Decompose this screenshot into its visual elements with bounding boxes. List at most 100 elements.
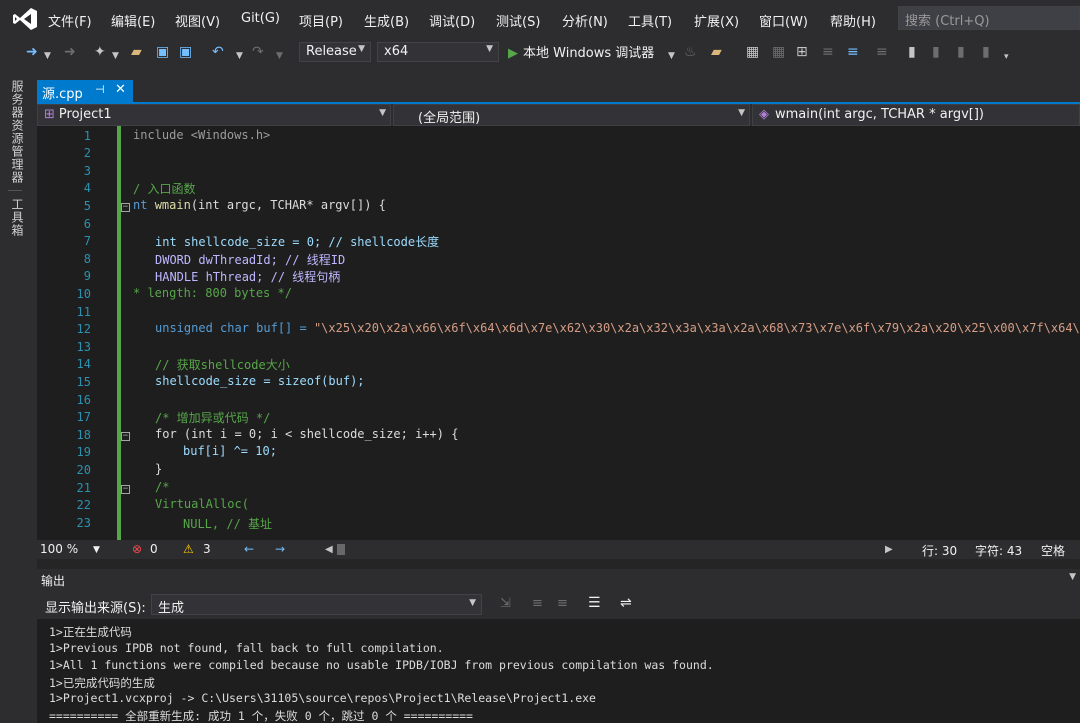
new-project-dropdown-icon[interactable]: ▼: [112, 47, 119, 65]
menu-git[interactable]: Git(G): [241, 11, 280, 26]
search-input[interactable]: 搜索 (Ctrl+Q): [898, 6, 1080, 30]
code-line-7: int shellcode_size = 0; // shellcode长度: [155, 235, 440, 249]
undo-icon[interactable]: ↶: [212, 43, 224, 61]
line-number: 20: [76, 463, 91, 477]
new-project-icon[interactable]: ✦: [94, 43, 106, 61]
find-message-icon[interactable]: ⇲: [500, 596, 511, 611]
outdent-icon[interactable]: ≡: [822, 43, 834, 61]
word-wrap-icon[interactable]: ⇌: [620, 595, 632, 611]
code-editor[interactable]: 1 2 3 4 5 6 7 8 9 10 11 12 13 14 15 16 1…: [37, 126, 1080, 540]
platform-value: x64: [384, 44, 409, 59]
clear-bookmarks-icon[interactable]: ▮: [982, 43, 990, 61]
warning-count[interactable]: 3: [203, 542, 211, 556]
save-all-icon[interactable]: ▣: [179, 43, 192, 61]
char-indicator: 字符: 43: [975, 544, 1023, 558]
menu-project[interactable]: 项目(P): [299, 11, 343, 30]
configuration-dropdown[interactable]: Release ▼: [299, 42, 371, 62]
visual-studio-logo-icon: [13, 8, 37, 30]
solution-explorer-icon[interactable]: ▰: [711, 43, 722, 61]
panel-menu-icon[interactable]: ▼: [1069, 572, 1076, 582]
forward-icon[interactable]: ➜: [64, 43, 76, 61]
collapse-icon[interactable]: −: [121, 432, 130, 441]
horizontal-scrollbar-thumb[interactable]: [337, 544, 345, 555]
line-number: 22: [76, 498, 91, 512]
output-text-area[interactable]: 1>正在生成代码 1>Previous IPDB not found, fall…: [37, 619, 1080, 723]
back-icon[interactable]: ➜: [26, 43, 38, 61]
toolbox-tab[interactable]: 工具箱: [9, 198, 26, 237]
previous-message-icon[interactable]: ≡: [532, 596, 543, 611]
previous-issue-icon[interactable]: ←: [244, 542, 254, 556]
menu-file[interactable]: 文件(F): [48, 11, 92, 30]
hot-reload-icon[interactable]: ♨: [684, 43, 697, 61]
server-explorer-tab[interactable]: 服务器资源管理器: [9, 80, 26, 184]
zoom-dropdown-icon[interactable]: ▼: [93, 545, 100, 555]
code-line-17: /* 增加异或代码 */: [155, 411, 271, 425]
code-line-14: // 获取shellcode大小: [155, 358, 290, 372]
warning-icon: ⚠: [183, 542, 194, 556]
next-bookmark-icon[interactable]: ▮: [957, 43, 965, 61]
next-issue-icon[interactable]: →: [275, 542, 285, 556]
output-source-dropdown[interactable]: 生成 ▼: [151, 594, 482, 616]
pin-icon[interactable]: ⊣: [95, 83, 105, 96]
project-icon: ⊞: [44, 107, 55, 122]
toolbar-icon[interactable]: ▦: [772, 43, 785, 61]
menu-bar: 文件(F) 编辑(E) 视图(V) Git(G) 项目(P) 生成(B) 调试(…: [0, 0, 1080, 38]
collapse-icon[interactable]: −: [121, 485, 130, 494]
menu-tools[interactable]: 工具(T): [628, 11, 672, 30]
clear-all-icon[interactable]: ☰: [588, 595, 601, 611]
open-file-icon[interactable]: ▰: [131, 43, 142, 61]
document-tab-label: 源.cpp: [42, 87, 83, 102]
browse-icon[interactable]: ▦: [746, 43, 759, 61]
function-icon: ◈: [759, 107, 769, 122]
scope-dropdown[interactable]: (全局范围) ▼: [393, 104, 750, 126]
panel-splitter[interactable]: [37, 559, 1080, 569]
line-number: 11: [76, 305, 91, 319]
comment-icon[interactable]: ≡: [847, 43, 859, 61]
menu-edit[interactable]: 编辑(E): [111, 11, 155, 30]
menu-extensions[interactable]: 扩展(X): [694, 11, 739, 30]
scroll-left-icon[interactable]: ◀: [325, 544, 333, 555]
redo-dropdown-icon[interactable]: ▼: [276, 47, 283, 65]
editor-status-bar: 100 % ▼ ⊗ 0 ⚠ 3 ← → ◀ ▶ 行: 30 字符: 43 空格: [37, 540, 1080, 559]
scope-value: (全局范围): [418, 111, 481, 126]
function-dropdown[interactable]: ◈ wmain(int argc, TCHAR * argv[]): [752, 104, 1080, 126]
bookmark-icon[interactable]: ▮: [908, 43, 916, 61]
left-sidebar: 服务器资源管理器 工具箱: [0, 66, 30, 723]
zoom-level[interactable]: 100 %: [40, 542, 78, 556]
run-debugger-label: 本地 Windows 调试器: [523, 46, 655, 61]
menu-analyze[interactable]: 分析(N): [562, 11, 608, 30]
code-line-12: unsigned char buf[] = "\x25\x20\x2a\x66\…: [155, 321, 1080, 335]
chevron-down-icon: ▼: [358, 44, 365, 54]
error-count[interactable]: 0: [150, 542, 158, 556]
toolbar-overflow-icon[interactable]: ▾: [1004, 48, 1009, 66]
change-indicator-bar: [117, 126, 121, 540]
line-number: 7: [83, 234, 91, 248]
collapse-icon[interactable]: −: [121, 203, 130, 212]
undo-dropdown-icon[interactable]: ▼: [236, 47, 243, 65]
menu-build[interactable]: 生成(B): [364, 11, 409, 30]
project-dropdown[interactable]: ⊞ Project1 ▼: [37, 104, 391, 126]
document-tab[interactable]: 源.cpp ⊣ ✕: [37, 80, 133, 102]
uncomment-icon[interactable]: ≡: [876, 43, 888, 61]
next-message-icon[interactable]: ≡: [557, 596, 568, 611]
menu-window[interactable]: 窗口(W): [759, 11, 808, 30]
run-debugger-button[interactable]: ▶ 本地 Windows 调试器: [508, 42, 654, 61]
prev-bookmark-icon[interactable]: ▮: [932, 43, 940, 61]
output-line: 1>正在生成代码: [49, 625, 132, 639]
platform-dropdown[interactable]: x64 ▼: [377, 42, 499, 62]
line-number: 6: [83, 217, 91, 231]
run-dropdown-icon[interactable]: ▼: [668, 47, 675, 65]
redo-icon[interactable]: ↷: [252, 43, 264, 61]
menu-view[interactable]: 视图(V): [175, 11, 220, 30]
menu-debug[interactable]: 调试(D): [429, 11, 475, 30]
line-number: 18: [76, 428, 91, 442]
scroll-right-icon[interactable]: ▶: [885, 544, 893, 555]
back-dropdown-icon[interactable]: ▼: [44, 47, 51, 65]
line-number: 12: [76, 322, 91, 336]
menu-test[interactable]: 测试(S): [496, 11, 540, 30]
line-number: 3: [83, 164, 91, 178]
menu-help[interactable]: 帮助(H): [830, 11, 876, 30]
close-icon[interactable]: ✕: [115, 82, 126, 97]
indent-icon[interactable]: ⊞: [796, 43, 808, 61]
save-icon[interactable]: ▣: [156, 43, 169, 61]
